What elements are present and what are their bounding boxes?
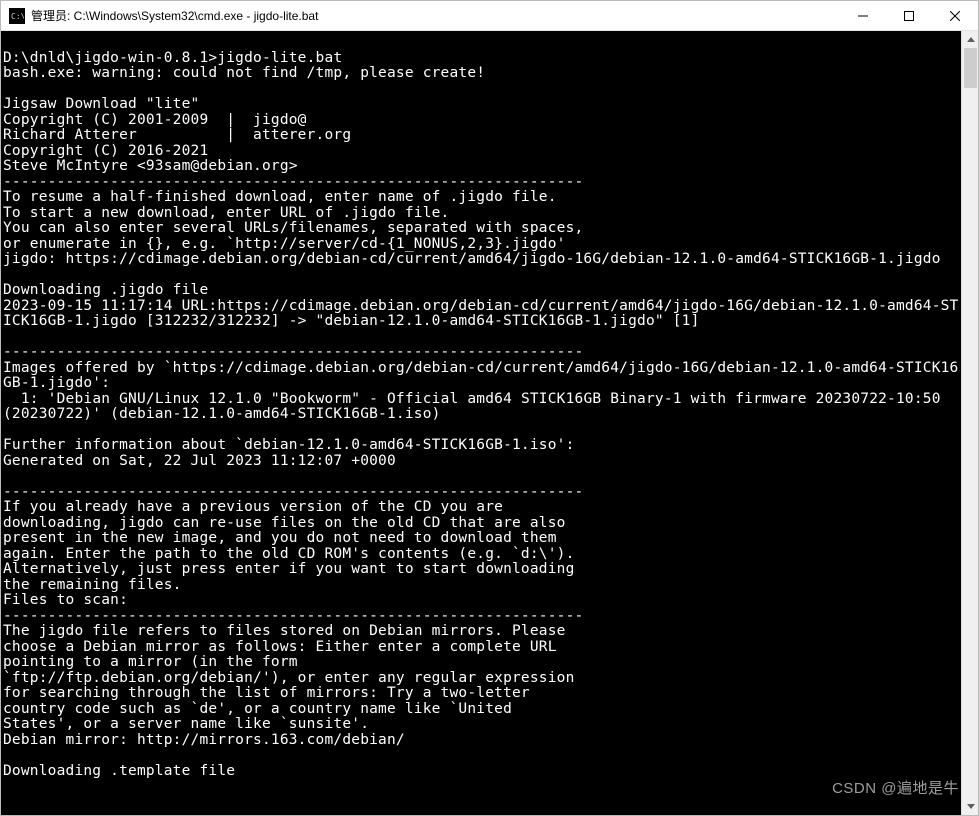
cmd-icon: C:\ [9, 8, 25, 24]
cmd-window: C:\ 管理员: C:\Windows\System32\cmd.exe - j… [0, 0, 979, 816]
console-output[interactable]: D:\dnld\jigdo-win-0.8.1>jigdo-lite.bat b… [1, 31, 961, 815]
minimize-button[interactable] [840, 1, 886, 30]
vertical-scrollbar[interactable] [961, 31, 978, 815]
window-controls [840, 1, 978, 30]
scroll-up-arrow[interactable] [962, 31, 978, 48]
titlebar[interactable]: C:\ 管理员: C:\Windows\System32\cmd.exe - j… [1, 1, 978, 31]
window-title: 管理员: C:\Windows\System32\cmd.exe - jigdo… [31, 7, 840, 24]
console-area: D:\dnld\jigdo-win-0.8.1>jigdo-lite.bat b… [1, 31, 978, 815]
scroll-down-arrow[interactable] [962, 798, 978, 815]
scroll-thumb[interactable] [964, 48, 977, 88]
close-button[interactable] [932, 1, 978, 30]
maximize-button[interactable] [886, 1, 932, 30]
svg-text:C:\: C:\ [11, 12, 24, 21]
